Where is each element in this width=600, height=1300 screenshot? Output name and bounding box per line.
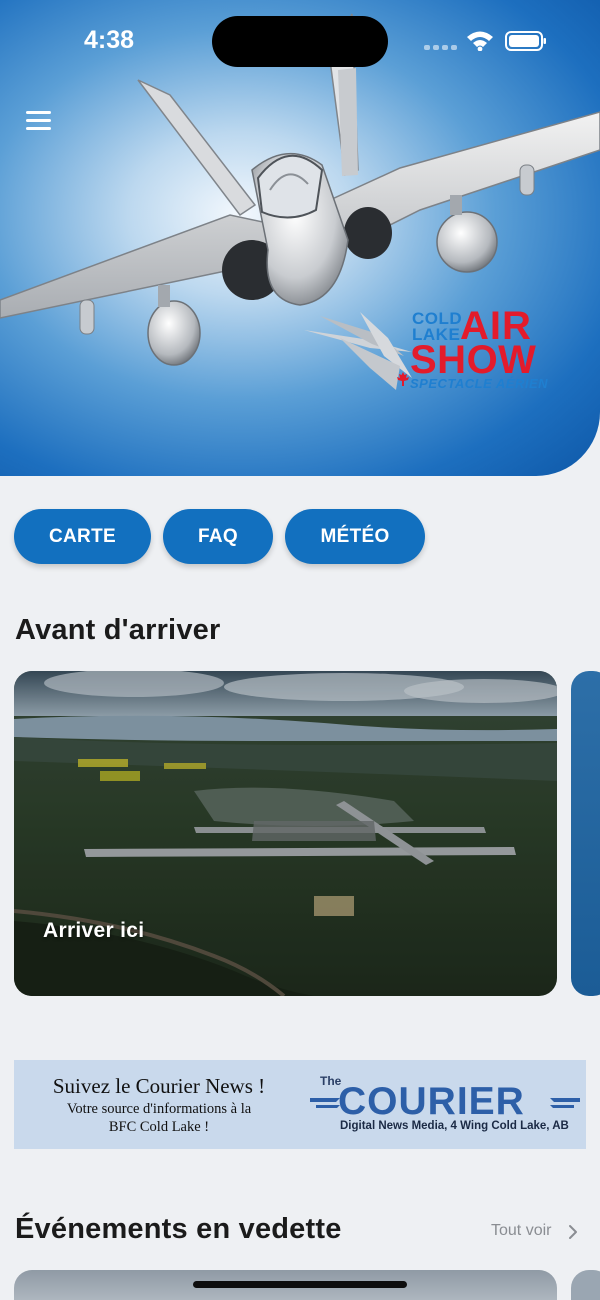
dynamic-island	[212, 16, 388, 67]
logo-spectacle-text: SPECTACLE AÉRIEN	[410, 376, 549, 391]
arrival-card-label: Arriver ici	[43, 919, 145, 942]
weather-button[interactable]: MÉTÉO	[285, 509, 425, 564]
app-screen: 4:38 COLD LAKE AIR SHOW SPECTACLE AÉRIEN…	[0, 0, 600, 1300]
ad-tagline: Digital News Media, 4 Wing Cold Lake, AB	[340, 1120, 569, 1132]
arrival-card[interactable]: Arriver ici	[14, 671, 557, 996]
faq-button[interactable]: FAQ	[163, 509, 273, 564]
status-bar: 4:38	[0, 0, 600, 84]
ad-subline-2: BFC Cold Lake !	[108, 1119, 210, 1135]
map-button[interactable]: CARTE	[14, 509, 151, 564]
battery-icon	[505, 31, 546, 51]
maple-leaf-icon	[397, 372, 409, 386]
chevron-right-icon[interactable]	[568, 1224, 578, 1240]
aerial-base-photo	[14, 671, 557, 996]
status-time: 4:38	[84, 26, 135, 54]
featured-event-card-peek[interactable]	[571, 1270, 600, 1300]
signal-icon	[424, 44, 458, 50]
home-indicator[interactable]	[193, 1281, 407, 1288]
cold-lake-air-show-logo: COLD LAKE AIR SHOW SPECTACLE AÉRIEN	[300, 300, 550, 400]
featured-events-title: Événements en vedette	[15, 1213, 342, 1245]
courier-ad-banner[interactable]: Suivez le Courier News ! Votre source d'…	[14, 1060, 586, 1149]
before-arriving-title: Avant d'arriver	[15, 614, 221, 646]
ad-headline: Suivez le Courier News !	[52, 1074, 266, 1098]
see-all-link[interactable]: Tout voir	[491, 1222, 551, 1240]
wifi-icon	[467, 31, 493, 51]
courier-logo-text: COURIER	[338, 1080, 525, 1123]
menu-icon[interactable]	[24, 108, 56, 134]
hero-banner: 4:38 COLD LAKE AIR SHOW SPECTACLE AÉRIEN	[0, 0, 600, 476]
next-card-peek[interactable]	[571, 671, 600, 996]
ad-subline-1: Votre source d'informations à la	[66, 1101, 252, 1117]
